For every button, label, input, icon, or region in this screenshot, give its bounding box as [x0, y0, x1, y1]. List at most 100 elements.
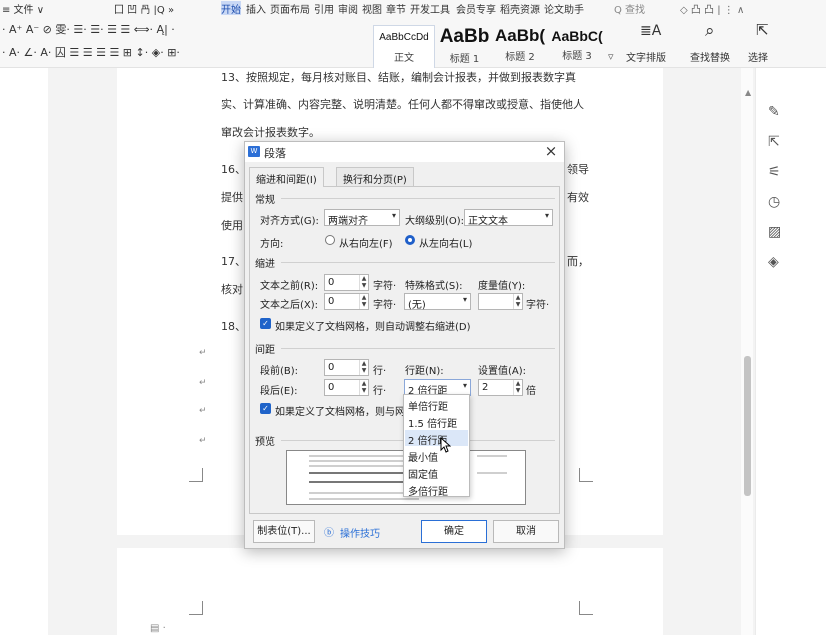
- space-after-label: 段后(E):: [260, 386, 298, 397]
- font-toolbar-row[interactable]: · A⁺ A⁻ ⊘ 雯· ☰· ☰· ☰ ☰ ⟺· Ą| ·: [2, 21, 175, 37]
- space-after-input[interactable]: 0 ▲ ▼: [324, 379, 369, 396]
- alignment-select[interactable]: 两端对齐 ▾: [324, 209, 400, 227]
- styles-more-icon[interactable]: ▿: [608, 50, 614, 63]
- tab-insert[interactable]: 插入: [246, 1, 266, 15]
- tab-thesis[interactable]: 论文助手: [544, 1, 584, 15]
- measure-unit[interactable]: 字符·: [526, 296, 549, 311]
- tab-references[interactable]: 引用: [314, 1, 334, 15]
- scrollbar-thumb[interactable]: [744, 356, 751, 496]
- indent-after-unit[interactable]: 字符·: [373, 296, 396, 311]
- special-format-value: (无): [408, 300, 426, 311]
- setting-value-input[interactable]: 2 ▲ ▼: [478, 379, 523, 396]
- style-heading-1[interactable]: AaBb 标题 1: [437, 25, 492, 69]
- search-box[interactable]: Q 查找: [614, 1, 645, 15]
- option-double[interactable]: 2 倍行距: [405, 430, 468, 447]
- option-multiple[interactable]: 多倍行距: [405, 481, 468, 498]
- style-heading-2[interactable]: AaBb( 标题 2: [493, 25, 547, 69]
- tab-home[interactable]: 开始: [221, 1, 241, 15]
- ltr-label[interactable]: 从左向右(L): [419, 235, 472, 250]
- settings-sliders-icon[interactable]: ⚟: [768, 164, 781, 180]
- indent-after-value: 0: [328, 296, 335, 307]
- tips-icon[interactable]: ⓑ: [324, 524, 334, 539]
- text-layout-button[interactable]: 文字排版: [626, 49, 666, 64]
- space-before-input[interactable]: 0 ▲ ▼: [324, 359, 369, 376]
- spinner-icon[interactable]: ▲ ▼: [359, 275, 368, 290]
- measure-input[interactable]: ▲ ▼: [478, 293, 523, 310]
- style-heading-3-caption: 标题 3: [562, 51, 592, 62]
- spinner-icon[interactable]: ▲ ▼: [359, 360, 368, 375]
- quick-access-toolbar[interactable]: 囗 凹 冎 |Q »: [114, 1, 174, 15]
- tab-review[interactable]: 审阅: [338, 1, 358, 15]
- tab-indent-spacing[interactable]: 缩进和间距(I): [249, 167, 324, 187]
- doc-fragment-3: 而，: [567, 255, 589, 268]
- tab-view[interactable]: 视图: [362, 1, 382, 15]
- file-menu[interactable]: ≡ 文件 ∨: [2, 1, 44, 15]
- indent-before-label: 文本之前(R):: [260, 281, 319, 292]
- outline-level-select[interactable]: 正文文本 ▾: [464, 209, 553, 227]
- divider: [281, 198, 555, 199]
- spinner-icon[interactable]: ▲ ▼: [513, 380, 522, 395]
- snap-grid-checkbox[interactable]: ✓: [260, 403, 271, 414]
- tab-page-layout[interactable]: 页面布局: [270, 1, 310, 15]
- tab-docer[interactable]: 稻壳资源: [500, 1, 540, 15]
- find-replace-button[interactable]: 查找替换: [690, 49, 730, 64]
- para-mark: ↵: [199, 436, 207, 446]
- right-side-toolbar: ✎ ⇱ ⚟ ◷ ▨ ◈: [755, 68, 793, 635]
- space-after-value: 0: [328, 382, 335, 393]
- vertical-scrollbar[interactable]: [741, 68, 753, 635]
- style-heading-3[interactable]: AaBbC( 标题 3: [548, 25, 606, 69]
- space-after-unit[interactable]: 行·: [373, 382, 386, 397]
- doc-line-provide: 提供: [221, 191, 243, 204]
- indent-after-input[interactable]: 0 ▲ ▼: [324, 293, 369, 310]
- select-button[interactable]: 选择: [748, 49, 768, 64]
- divider: [281, 262, 555, 263]
- scroll-up-icon[interactable]: ▲: [745, 88, 751, 97]
- rtl-radio[interactable]: [325, 235, 335, 245]
- snap-grid-label[interactable]: 如果定义了文档网格，则与网: [275, 403, 405, 418]
- auto-adjust-label[interactable]: 如果定义了文档网格，则自动调整右缩进(D): [275, 318, 471, 333]
- tab-chapter[interactable]: 章节: [386, 1, 406, 15]
- indent-before-input[interactable]: 0 ▲ ▼: [324, 274, 369, 291]
- window-icons[interactable]: ◇ 凸 凸 | ⋮ ∧: [680, 1, 744, 15]
- shield-icon[interactable]: ◈: [768, 254, 779, 270]
- document-page-next[interactable]: [117, 548, 663, 635]
- mouse-cursor-icon: [440, 437, 451, 453]
- tips-link[interactable]: 操作技巧: [340, 525, 380, 540]
- indent-before-unit[interactable]: 字符·: [373, 277, 396, 292]
- option-single[interactable]: 单倍行距: [405, 396, 468, 413]
- tab-line-page-breaks[interactable]: 换行和分页(P): [336, 167, 414, 186]
- doc-line-17: 17、: [221, 255, 246, 268]
- image-icon[interactable]: ▨: [768, 224, 781, 240]
- divider: [281, 348, 555, 349]
- preview-line: [477, 455, 507, 457]
- dialog-titlebar[interactable]: W 段落 ×: [245, 142, 564, 162]
- doc-line-1: 13、按照规定，每月核对账目、结账，编制会计报表，并做到报表数字真: [221, 71, 576, 84]
- para-mark: ↵: [199, 348, 207, 358]
- spinner-icon[interactable]: ▲ ▼: [359, 380, 368, 395]
- doc-line-3: 窜改会计报表数字。: [221, 126, 320, 139]
- chevron-down-icon: ▾: [544, 211, 549, 220]
- clock-icon[interactable]: ◷: [768, 194, 780, 210]
- pointer-icon[interactable]: ⇱: [768, 134, 780, 150]
- close-icon[interactable]: ×: [542, 142, 560, 160]
- format-toolbar-row[interactable]: · A· ∠· A· 囚 ☰ ☰ ☰ ☰ ⊞ ↕· ◈· ⊞·: [2, 44, 180, 60]
- rtl-label[interactable]: 从右向左(F): [339, 235, 393, 250]
- auto-adjust-checkbox[interactable]: ✓: [260, 318, 271, 329]
- spinner-icon[interactable]: ▲ ▼: [359, 294, 368, 309]
- space-before-unit[interactable]: 行·: [373, 362, 386, 377]
- tab-developer[interactable]: 开发工具: [410, 1, 450, 15]
- tab-member[interactable]: 会员专享: [456, 1, 496, 15]
- page-icon[interactable]: ▤ ·: [150, 623, 166, 634]
- option-one-half[interactable]: 1.5 倍行距: [405, 413, 468, 430]
- option-exactly[interactable]: 固定值: [405, 464, 468, 481]
- spinner-icon[interactable]: ▲ ▼: [513, 294, 522, 309]
- ltr-radio[interactable]: [405, 235, 415, 245]
- text-layout-icon: ≣A: [640, 23, 662, 39]
- cancel-button[interactable]: 取消: [493, 520, 559, 543]
- tab-stops-button[interactable]: 制表位(T)...: [253, 520, 315, 543]
- ok-button[interactable]: 确定: [421, 520, 487, 543]
- style-normal[interactable]: AaBbCcDd 正文: [373, 25, 435, 69]
- option-at-least[interactable]: 最小值: [405, 447, 468, 464]
- special-format-select[interactable]: (无) ▾: [404, 293, 471, 311]
- pen-icon[interactable]: ✎: [768, 104, 780, 120]
